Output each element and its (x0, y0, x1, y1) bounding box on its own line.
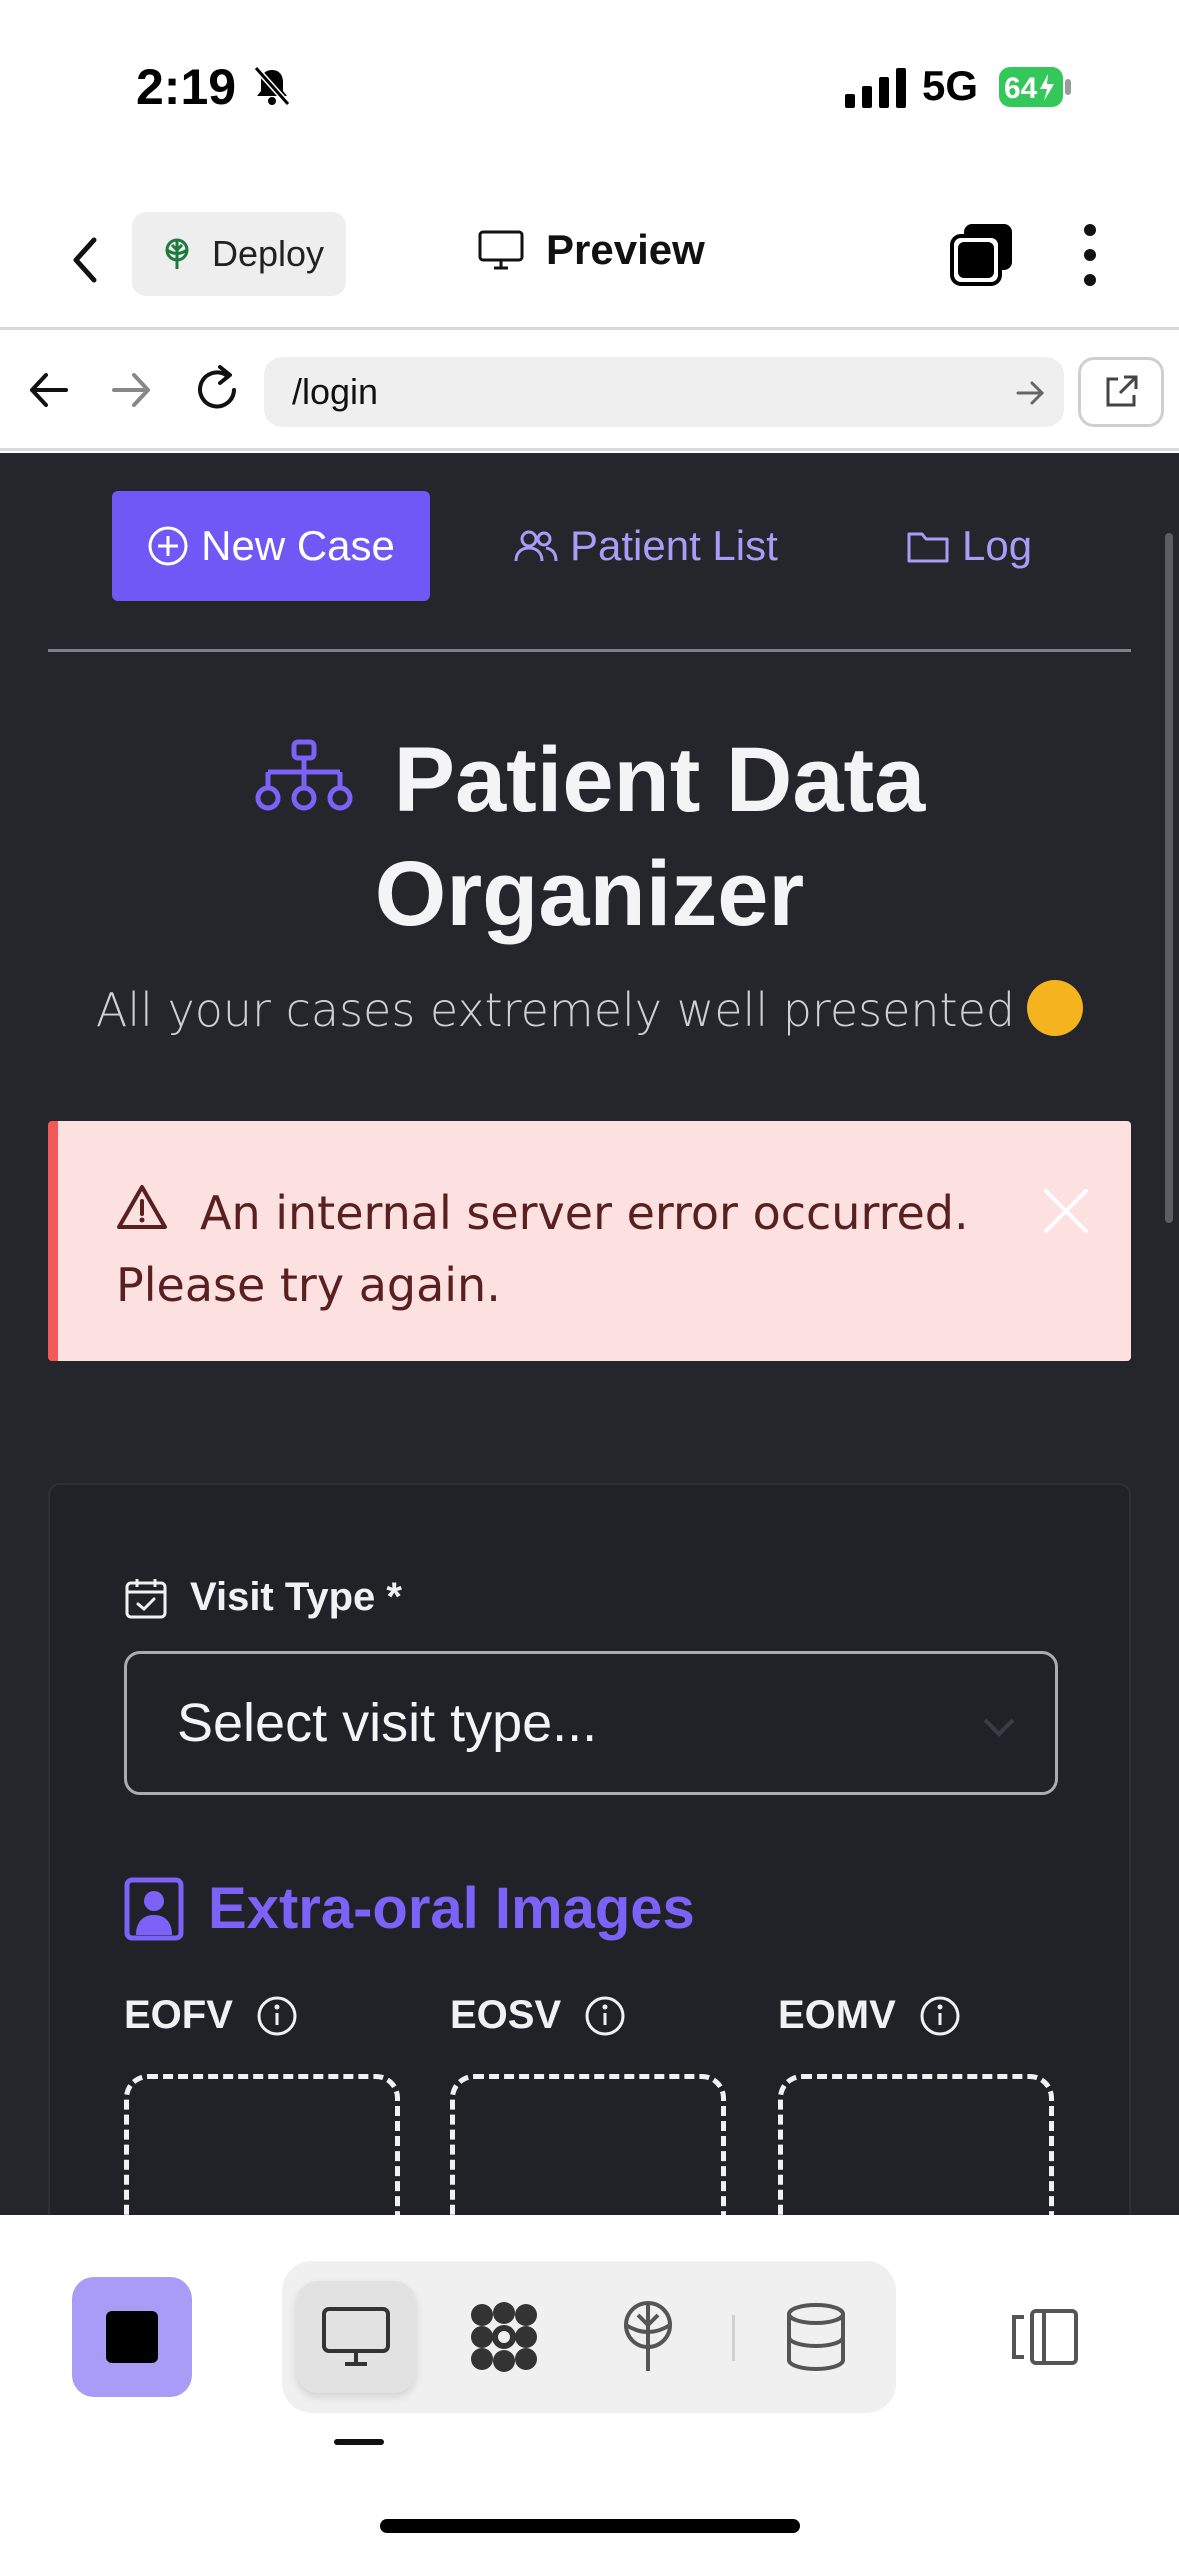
database-view-button[interactable] (756, 2281, 876, 2393)
log-label: Log (962, 522, 1033, 569)
image-dropzone[interactable] (450, 2074, 726, 2215)
log-link[interactable]: Log (906, 491, 1032, 601)
network-label: 5G (922, 62, 979, 109)
monitor-icon (478, 230, 524, 270)
signal-icon (845, 68, 906, 108)
stop-icon (106, 2311, 158, 2363)
visit-type-select[interactable]: Select visit type... (124, 1651, 1058, 1795)
more-vertical-icon[interactable] (1070, 220, 1110, 290)
status-time: 2:19 (136, 59, 237, 115)
deploy-icon (624, 2301, 672, 2371)
bell-muted-icon (253, 66, 291, 106)
open-external-button[interactable] (1078, 357, 1164, 427)
sitemap-icon (255, 739, 353, 811)
nav-divider (48, 649, 1131, 652)
monitor-icon (322, 2307, 390, 2366)
subtitle-text: All your cases extremely well presented (95, 983, 1016, 1037)
split-panel-icon[interactable] (1010, 2307, 1080, 2367)
url-text: /login (292, 371, 379, 412)
wink-emoji-icon (1027, 979, 1084, 1036)
new-case-label: New Case (201, 522, 395, 569)
plus-circle-icon (148, 526, 188, 566)
back-chevron-icon[interactable] (62, 230, 110, 290)
preview-view-button[interactable] (296, 2281, 416, 2393)
image-dropzone[interactable] (778, 2074, 1054, 2215)
url-input[interactable]: /login (264, 357, 1064, 427)
info-icon[interactable] (255, 1994, 299, 2038)
tabs-icon[interactable] (950, 222, 1014, 286)
section-title-text: Extra-oral Images (208, 1876, 695, 1941)
bottom-toolbar (0, 2215, 1179, 2556)
external-link-icon (1106, 375, 1138, 407)
deploy-icon (165, 238, 189, 269)
case-form-card: Visit Type * Select visit type... Extra-… (48, 1483, 1131, 2215)
visit-type-label: Visit Type * (124, 1575, 402, 1620)
page-subtitle: All your cases extremely well presented (0, 979, 1179, 1042)
users-icon (514, 530, 558, 562)
status-bar: 2:19 5G 64 (0, 0, 1179, 175)
battery-icon: 64 (999, 67, 1071, 107)
home-indicator (380, 2519, 800, 2533)
browser-back-icon[interactable] (26, 367, 72, 413)
image-slot-eosv: EOSV (450, 1993, 726, 2215)
chevron-down-icon (983, 1718, 1015, 1737)
patient-list-link[interactable]: Patient List (514, 491, 778, 601)
main-nav: New Case Patient List Log (0, 491, 1179, 601)
user-portrait-icon (124, 1877, 184, 1940)
browser-bar: /login (0, 333, 1179, 451)
image-label: EOMV (778, 1993, 896, 2037)
deploy-label: Deploy (212, 233, 325, 274)
folder-icon (907, 532, 949, 563)
extra-oral-section-title: Extra-oral Images (124, 1875, 695, 1942)
alert-message: An internal server error occurred. Pleas… (116, 1186, 969, 1312)
view-switcher (282, 2261, 896, 2413)
app-content: New Case Patient List Log Patient Data O… (0, 453, 1179, 2215)
new-case-button[interactable]: New Case (112, 491, 430, 601)
database-icon (787, 2303, 845, 2372)
image-slot-eomv: EOMV (778, 1993, 1054, 2215)
title-line-1: Patient Data (393, 729, 926, 831)
calendar-check-icon (125, 1578, 167, 1618)
image-slot-eofv: EOFV (124, 1993, 400, 2215)
preview-label: Preview (546, 226, 705, 273)
app-bar: Deploy Preview (0, 190, 1179, 330)
image-dropzone[interactable] (124, 2074, 400, 2215)
deploy-view-button[interactable] (588, 2281, 708, 2393)
nodes-icon (471, 2302, 537, 2372)
workflow-view-button[interactable] (444, 2281, 564, 2393)
preview-title: Preview (478, 226, 705, 274)
close-icon[interactable] (1038, 1183, 1094, 1239)
image-label: EOSV (450, 1993, 562, 2037)
image-label: EOFV (124, 1993, 233, 2037)
title-line-2: Organizer (374, 843, 805, 945)
visit-type-value: Select visit type... (177, 1693, 598, 1753)
visit-type-label-text: Visit Type * (190, 1575, 402, 1619)
go-arrow-icon[interactable] (1014, 377, 1046, 409)
page-title: Patient Data Organizer (0, 723, 1179, 951)
browser-forward-icon[interactable] (108, 367, 154, 413)
stop-button[interactable] (72, 2277, 192, 2397)
battery-level: 64 (1004, 72, 1038, 105)
info-icon[interactable] (918, 1994, 962, 2038)
deploy-button[interactable]: Deploy (132, 212, 346, 296)
patient-list-label: Patient List (570, 522, 778, 569)
info-icon[interactable] (583, 1994, 627, 2038)
toolbar-separator (732, 2315, 735, 2361)
error-alert: An internal server error occurred. Pleas… (48, 1121, 1131, 1361)
active-view-indicator (334, 2439, 384, 2445)
reload-icon[interactable] (190, 363, 244, 417)
